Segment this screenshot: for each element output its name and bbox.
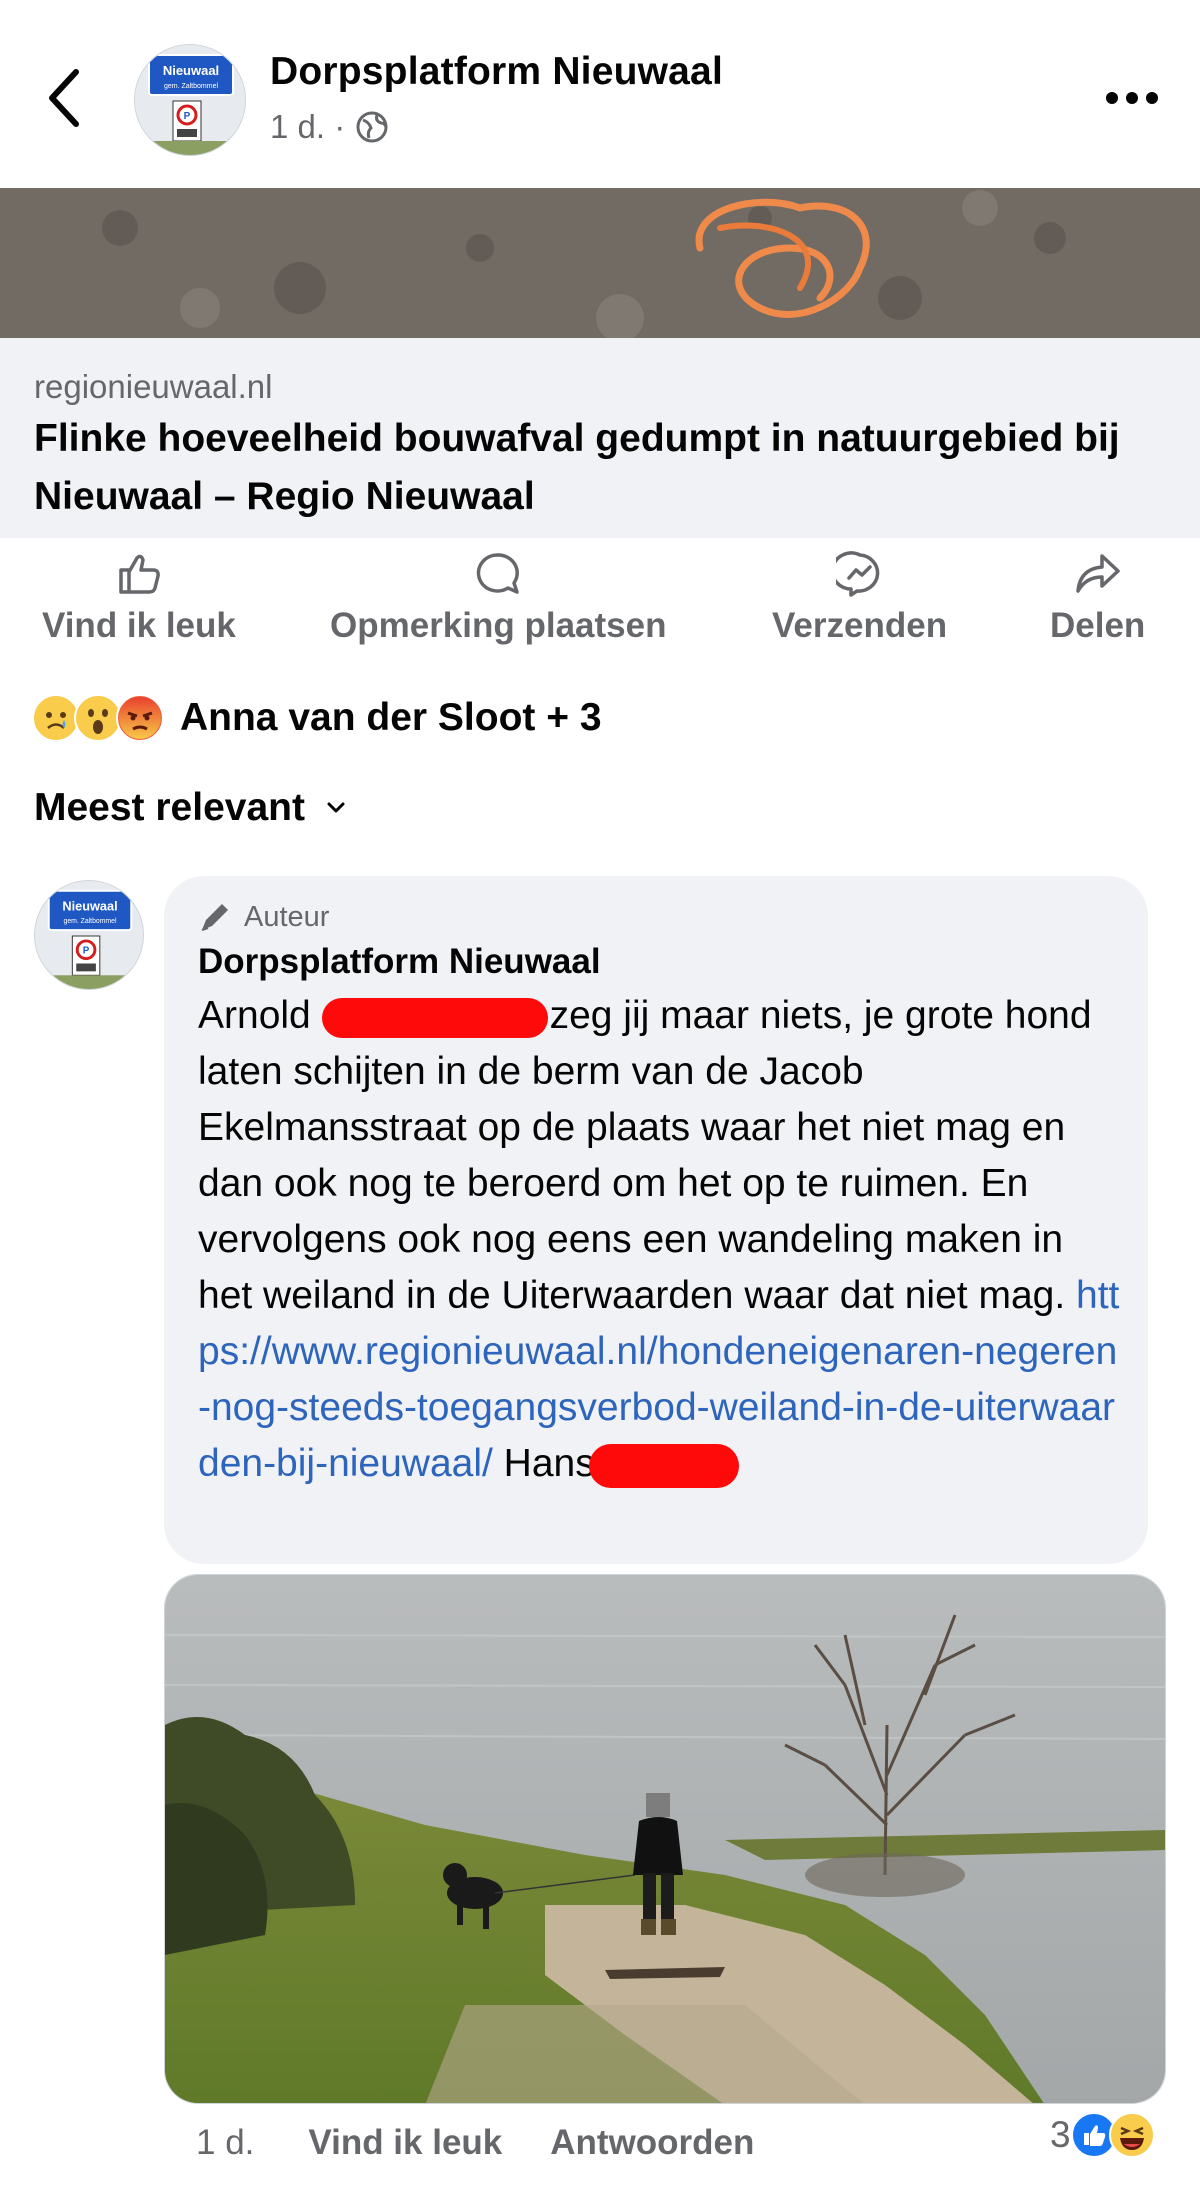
comment-author-avatar[interactable]: Nieuwaal gem. Zaltbommel P [34, 880, 144, 990]
thumbs-up-icon [119, 554, 160, 594]
globe-icon [356, 111, 388, 143]
redaction-mark [321, 997, 548, 1038]
comment-footer: 1 d. Vind ik leuk Antwoorden [196, 2118, 1186, 2168]
like-label: Vind ik leuk [42, 606, 236, 645]
link-preview-card[interactable]: regionieuwaal.nl Flinke hoeveelheid bouw… [0, 338, 1200, 538]
svg-text:gem. Zaltbommel: gem. Zaltbommel [64, 918, 117, 925]
link-domain: regionieuwaal.nl [34, 368, 273, 405]
author-badge-label: Auteur [244, 900, 330, 933]
comment-time: 1 d. [196, 2123, 255, 2162]
reactions-text: Anna van der Sloot + 3 [180, 696, 602, 739]
riverbank-dog-walker-image [165, 1575, 1165, 2103]
comment-like-button[interactable]: Vind ik leuk [308, 2123, 502, 2163]
sad-emoji-icon [32, 694, 80, 742]
comment-photo[interactable] [164, 1574, 1166, 2104]
send-label: Verzenden [772, 606, 948, 645]
comment-label: Opmerking plaatsen [330, 606, 667, 645]
share-label: Delen [1050, 606, 1146, 645]
comment-bubble: Auteur Dorpsplatform Nieuwaal Arnold zeg… [164, 876, 1148, 1564]
redaction-mark [588, 1443, 739, 1488]
messenger-icon [835, 551, 879, 597]
svg-text:gem. Zaltbommel: gem. Zaltbommel [164, 83, 219, 90]
comment-button[interactable]: Opmerking plaatsen [330, 550, 666, 646]
reactions-summary[interactable]: Anna van der Sloot + 3 [32, 690, 602, 746]
author-badge: Auteur [198, 900, 329, 934]
post-header: Nieuwaal gem. Zaltbommel P Dorpsplatform… [0, 0, 1200, 188]
chevron-down-icon [327, 802, 345, 813]
post-time: 1 d. · [270, 108, 346, 145]
post-meta: 1 d. · [270, 108, 389, 146]
send-button[interactable]: Verzenden [772, 550, 947, 646]
pen-icon [201, 904, 228, 931]
page-avatar[interactable]: Nieuwaal gem. Zaltbommel P [134, 44, 246, 156]
link-preview-image[interactable] [0, 188, 1200, 338]
link-title: Flinke hoeveelheid bouwafval gedumpt in … [34, 417, 1120, 518]
comment-reactions[interactable]: 3 [1050, 2112, 1155, 2158]
town-sign-logo: Nieuwaal gem. Zaltbommel P [135, 45, 245, 155]
angry-emoji-icon [116, 694, 164, 742]
comment-bubble-icon [477, 553, 520, 594]
ground-with-rope-image [0, 188, 1200, 338]
svg-text:P: P [184, 111, 191, 122]
svg-text:P: P [83, 946, 90, 957]
comment-author-name[interactable]: Dorpsplatform Nieuwaal [198, 942, 601, 982]
comment-text: Arnold zeg jij maar niets, je grote hond… [198, 988, 1128, 1492]
wow-emoji-icon [74, 694, 122, 742]
comment-text-part2: zeg jij maar niets, je grote hond laten … [198, 994, 1092, 1317]
svg-text:Nieuwaal: Nieuwaal [163, 63, 219, 78]
town-sign-logo: Nieuwaal gem. Zaltbommel P [35, 881, 143, 989]
comment-text-part3: Hans [492, 1442, 595, 1485]
page-title[interactable]: Dorpsplatform Nieuwaal [270, 50, 723, 94]
comment-text-part1: Arnold [198, 994, 322, 1037]
share-button[interactable]: Delen [1050, 550, 1145, 646]
haha-emoji-icon [1108, 2112, 1155, 2158]
comment-sort-dropdown[interactable]: Meest relevant [34, 786, 345, 830]
post-action-bar: Vind ik leuk Opmerking plaatsen Verzende… [0, 550, 1200, 660]
svg-text:Nieuwaal: Nieuwaal [62, 898, 117, 913]
sort-label: Meest relevant [34, 786, 305, 829]
back-arrow-icon[interactable] [44, 66, 88, 130]
share-arrow-icon [1075, 554, 1120, 593]
like-button[interactable]: Vind ik leuk [42, 550, 236, 646]
more-options-icon[interactable] [1102, 88, 1162, 108]
comment-reaction-count: 3 [1050, 2114, 1071, 2155]
comment-reply-button[interactable]: Antwoorden [550, 2123, 754, 2163]
